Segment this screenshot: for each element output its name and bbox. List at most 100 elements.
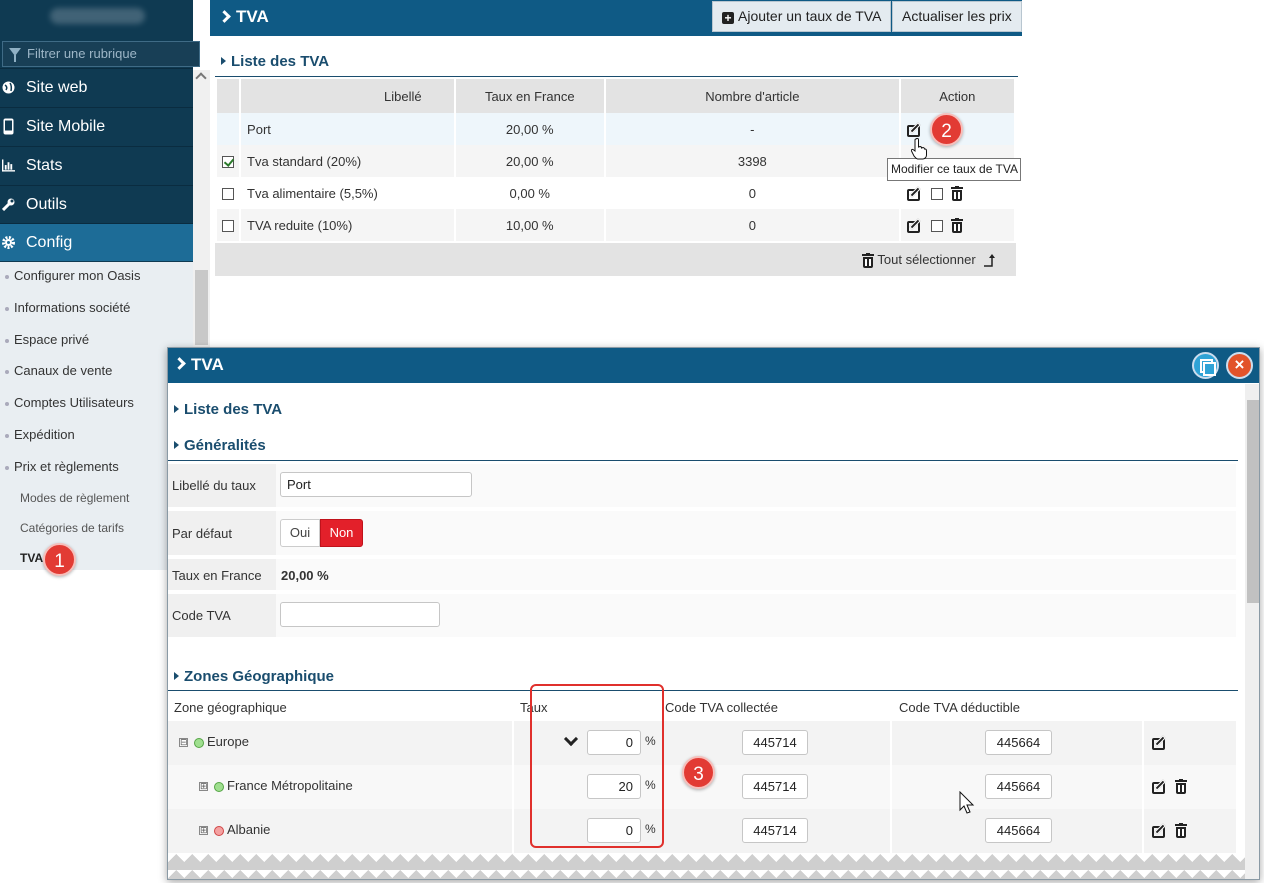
row-checkbox-cell [217,113,240,145]
status-dot-icon [214,782,224,792]
submenu-item-modes-reglement[interactable]: Modes de règlement [20,491,129,505]
trash-icon[interactable] [1175,823,1187,838]
tva-modal: TVA × Liste des TVA Généralités Libellé … [167,347,1260,880]
label-libelle: Libellé du taux [172,478,256,493]
submenu-item-tva[interactable]: TVA [20,551,43,565]
edit-icon[interactable] [906,122,924,138]
row-count: 0 [605,177,899,209]
submenu-item-espace-prive[interactable]: Espace privé [4,332,89,347]
value-cell: Oui Non [276,511,1236,555]
sidebar-item-site-web[interactable]: Site web [0,68,193,106]
submenu-item-informations[interactable]: Informations société [4,300,130,315]
form-row-taux-france: Taux en France 20,00 % [168,559,1236,590]
trash-icon[interactable] [950,218,963,234]
column-header: Action [900,79,1014,113]
submenu-item-prix[interactable]: Prix et règlements [5,459,119,474]
table-footer: Tout sélectionner [215,243,1016,276]
submenu-item-categories[interactable]: Catégories de tarifs [20,521,124,535]
tree-collapse-icon[interactable]: ⊟ [179,738,188,747]
tree-expand-icon[interactable]: ⊞ [199,826,208,835]
highlight-box [530,684,664,848]
row-checkbox[interactable] [222,220,235,233]
zone-name-cell: ⊞ France Métropolitaine [168,765,512,809]
libelle-input[interactable]: Port [280,472,472,497]
sidebar-item-site-mobile[interactable]: Site Mobile [0,107,193,145]
row-action-checkbox[interactable] [931,219,944,232]
header-checkbox-col [217,79,240,113]
form-row-default: Par défaut Oui Non [168,511,1236,555]
select-all-button[interactable]: Tout sélectionner [862,252,997,269]
code-collectee-input[interactable]: 445714 [742,730,808,755]
edit-icon[interactable] [906,186,924,202]
code-tva-input[interactable] [280,602,440,627]
modal-scrollbar-thumb[interactable] [1247,400,1259,603]
add-tva-button[interactable]: + Ajouter un taux de TVA [712,1,892,32]
row-checkbox[interactable] [222,156,235,169]
sidebar-item-stats[interactable]: Stats [0,146,193,184]
section-divider [168,690,1238,691]
table-header-row: Libellé Taux en France Nombre d'article … [217,79,1014,113]
row-action-checkbox[interactable] [931,187,944,200]
wrench-icon [2,198,15,211]
modal-section-zones[interactable]: Zones Géographique [173,668,334,685]
table-row[interactable]: Tva alimentaire (5,5%) 0,00 % 0 [217,177,1014,209]
section-title-list[interactable]: Liste des TVA [220,53,329,70]
code-collectee-input[interactable]: 445714 [742,818,808,843]
label-taux-france: Taux en France [172,568,262,583]
sidebar-item-label: Site web [26,79,88,96]
page-title: TVA [236,7,269,26]
row-checkbox[interactable] [222,188,235,201]
row-actions [900,209,1014,241]
trash-icon[interactable] [1175,779,1187,794]
submenu-item-expedition[interactable]: Expédition [5,427,75,442]
table-row[interactable]: TVA reduite (10%) 10,00 % 0 [217,209,1014,241]
trash-icon[interactable] [950,186,963,202]
code-deductible-input[interactable]: 445664 [985,774,1052,799]
sidebar-item-label: Site Mobile [26,118,106,135]
table-row[interactable]: Port 20,00 % - [217,113,1014,145]
edit-icon[interactable] [1152,823,1169,838]
sidebar-item-label: Outils [26,196,67,213]
config-submenu: Configurer mon Oasis Informations sociét… [0,262,193,570]
tooltip-edit: Modifier ce taux de TVA [887,158,1021,181]
toggle-non[interactable]: Non [320,519,363,547]
add-tva-label: Ajouter un taux de TVA [738,8,882,24]
modal-scrollbar[interactable] [1245,384,1259,879]
code-collectee-input[interactable]: 445714 [742,774,808,799]
code-deductible-input[interactable]: 445664 [985,818,1052,843]
zone-column-header: Zone géographique [174,700,287,715]
code-deductible-input[interactable]: 445664 [985,730,1052,755]
filter-input[interactable]: Filtrer une rubrique [2,41,200,67]
scrollbar-thumb[interactable] [195,270,208,345]
form-row-code-tva: Code TVA [168,594,1236,637]
edit-icon[interactable] [1152,779,1169,794]
zone-deductible-cell: 445664 [892,809,1142,853]
zone-name-cell: ⊞ Albanie [168,809,512,853]
copy-button[interactable] [1192,352,1219,379]
value-cell: Port [276,464,1236,507]
modal-header: TVA × [168,348,1259,383]
row-label: Tva alimentaire (5,5%) [241,177,454,209]
edit-icon[interactable] [906,218,924,234]
scroll-up-icon[interactable] [195,72,207,84]
sidebar-item-outils[interactable]: Outils [0,185,193,223]
modal-section-general[interactable]: Généralités [174,437,266,454]
close-button[interactable]: × [1226,352,1253,379]
label-code-tva: Code TVA [172,608,231,623]
refresh-prices-button[interactable]: Actualiser les prix [892,1,1022,32]
submenu-item-comptes[interactable]: Comptes Utilisateurs [5,395,134,410]
sidebar-item-config[interactable]: Config [0,223,193,261]
modal-section-list[interactable]: Liste des TVA [173,401,282,418]
row-rate: 20,00 % [455,113,604,145]
globe-icon [2,81,15,94]
status-dot-icon [214,826,224,836]
hand-cursor-icon [911,138,927,160]
row-rate: 20,00 % [455,145,604,177]
submenu-item-configurer[interactable]: Configurer mon Oasis [4,268,140,283]
submenu-item-canaux[interactable]: Canaux de vente [4,363,112,378]
edit-icon[interactable] [1152,735,1169,750]
row-count: 3398 [605,145,899,177]
tree-expand-icon[interactable]: ⊞ [199,782,208,791]
toggle-oui[interactable]: Oui [280,519,320,547]
chevron-right-icon [173,357,186,370]
